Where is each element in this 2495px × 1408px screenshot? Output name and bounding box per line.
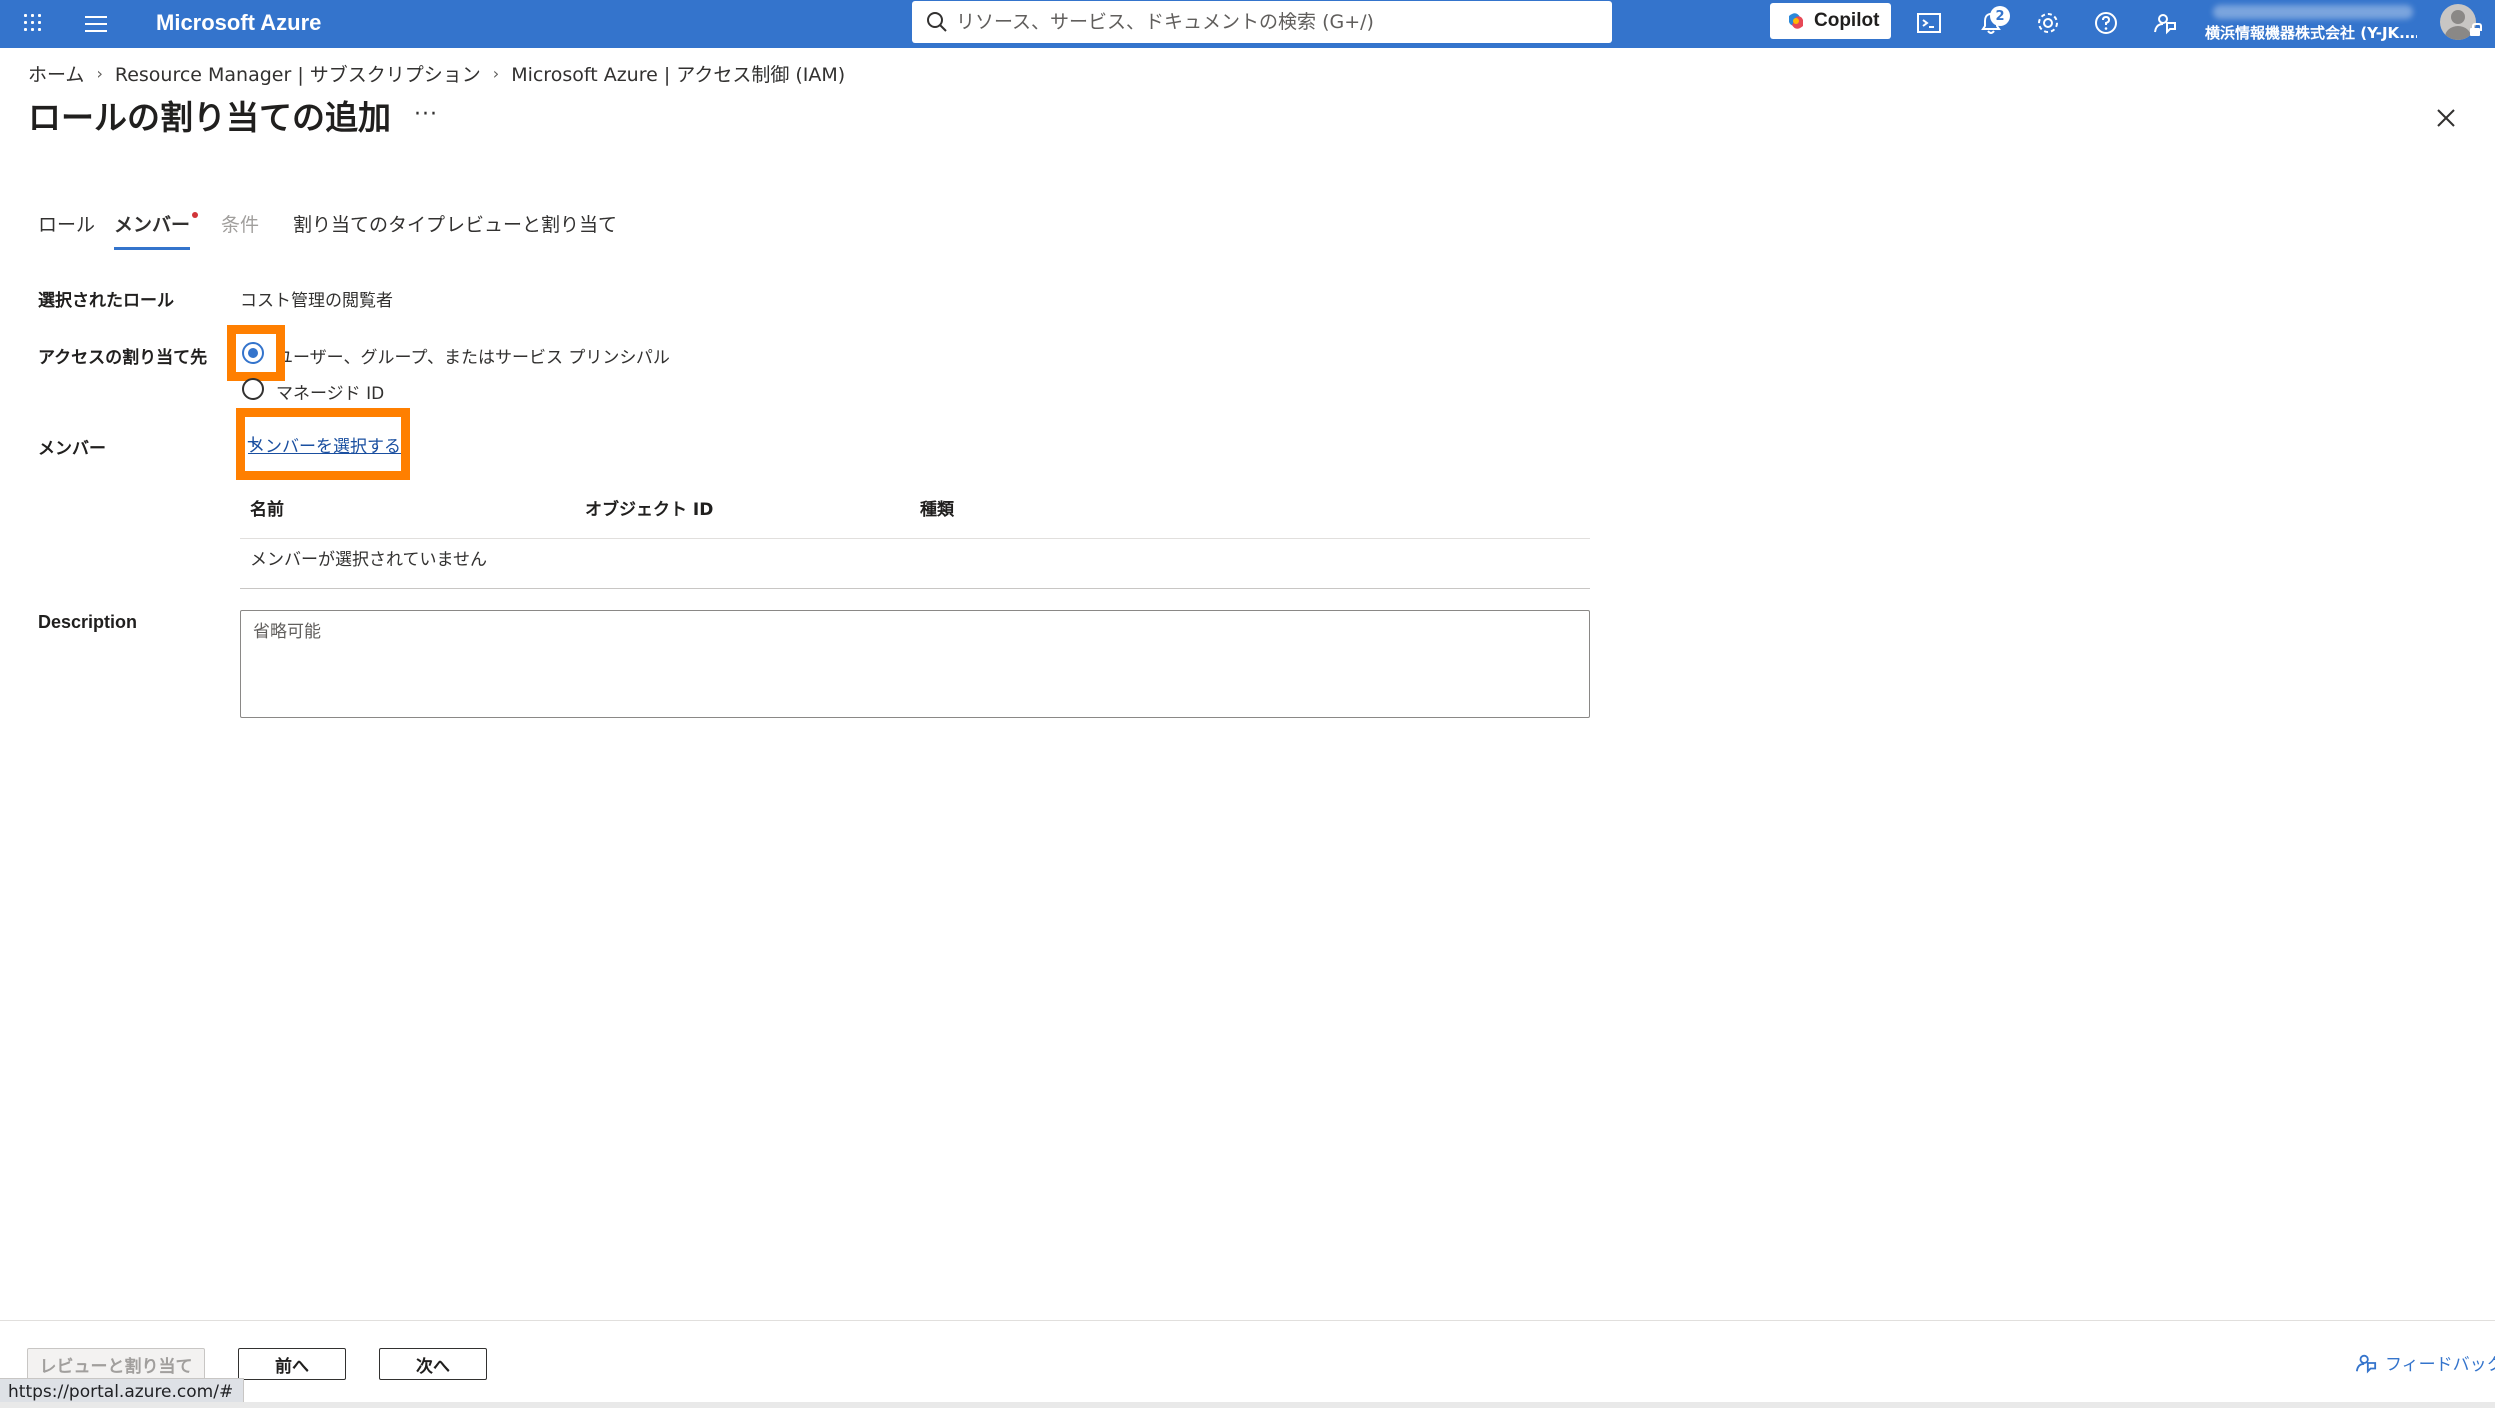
page-title: ロールの割り当ての追加	[28, 98, 391, 137]
members-label: メンバー	[38, 439, 106, 459]
grid-header-object-id: オブジェクト ID	[585, 500, 714, 520]
account-info[interactable]: 横浜情報機器株式会社 (Y-JK.…	[2205, 2, 2417, 46]
radio-managed-identity[interactable]	[242, 378, 264, 400]
tab-members[interactable]: メンバー	[114, 208, 199, 250]
option-managed-identity-label[interactable]: マネージド ID	[276, 379, 384, 404]
description-label: Description	[38, 612, 138, 632]
search-icon	[927, 12, 947, 32]
assign-access-label: アクセスの割り当て先	[38, 348, 208, 368]
feedback-link[interactable]: フィードバック	[2355, 1350, 2495, 1375]
breadcrumb-subscriptions[interactable]: Resource Manager | サブスクリプション	[115, 60, 481, 87]
next-button[interactable]: 次へ	[379, 1348, 487, 1380]
active-tab-underline	[114, 247, 191, 250]
grid-header-type: 種類	[920, 500, 954, 520]
close-icon[interactable]	[2432, 104, 2460, 132]
portal-menu-icon[interactable]	[85, 15, 107, 33]
grid-empty-message: メンバーが選択されていません	[250, 550, 487, 570]
app-launcher-icon[interactable]	[22, 12, 44, 34]
grid-header-divider	[240, 538, 1590, 539]
window-bottom-edge	[0, 1402, 2495, 1408]
tab-role[interactable]: ロール	[38, 208, 95, 242]
help-icon[interactable]	[2091, 8, 2121, 38]
grid-bottom-divider	[240, 588, 1590, 589]
copilot-label: Copilot	[1814, 10, 1880, 31]
notification-badge: 2	[1990, 6, 2010, 26]
feedback-icon	[2355, 1354, 2377, 1373]
copilot-icon	[1789, 13, 1803, 29]
highlight-box-select-members	[236, 408, 410, 480]
tenant-name: 横浜情報機器株式会社 (Y-JK.…	[2205, 24, 2417, 42]
breadcrumb-home[interactable]: ホーム	[28, 60, 84, 87]
selected-role-value: コスト管理の閲覧者	[240, 291, 393, 311]
tab-assignment-type[interactable]: 割り当てのタイプ	[293, 208, 445, 242]
chevron-right-icon: ›	[492, 63, 500, 83]
breadcrumb: ホーム › Resource Manager | サブスクリプション › Mic…	[28, 60, 845, 86]
footer-divider	[0, 1320, 2495, 1321]
chevron-right-icon: ›	[96, 63, 103, 83]
grid-header-name: 名前	[250, 500, 284, 520]
previous-button[interactable]: 前へ	[238, 1348, 346, 1380]
cloud-shell-icon[interactable]	[1914, 8, 1944, 38]
brand-name[interactable]: Microsoft Azure	[156, 8, 321, 38]
global-search[interactable]	[912, 1, 1612, 43]
selected-role-label: 選択されたロール	[38, 291, 174, 311]
description-field[interactable]	[240, 610, 1590, 718]
review-assign-button[interactable]: レビューと割り当て	[27, 1348, 205, 1380]
copilot-button[interactable]: Copilot	[1770, 3, 1891, 39]
tab-review-assign[interactable]: レビューと割り当て	[446, 208, 617, 242]
tab-conditions: 条件	[221, 214, 260, 236]
more-options-button[interactable]: ···	[414, 102, 438, 127]
lock-icon	[2470, 23, 2482, 36]
breadcrumb-iam[interactable]: Microsoft Azure | アクセス制御 (IAM)	[511, 60, 845, 87]
highlight-box-radio	[227, 325, 285, 381]
required-dot	[192, 212, 199, 218]
settings-gear-icon[interactable]	[2033, 8, 2063, 38]
account-email-redacted	[2213, 5, 2413, 19]
feedback-person-icon[interactable]	[2150, 8, 2180, 38]
top-bar: Microsoft Azure Copilot 2 横浜情報機器株式会社 (Y-…	[0, 0, 2495, 48]
search-input[interactable]	[956, 5, 1596, 39]
feedback-label: フィードバック	[2385, 1355, 2495, 1375]
option-user-group-sp-label[interactable]: ユーザー、グループ、またはサービス プリンシパル	[276, 343, 670, 368]
